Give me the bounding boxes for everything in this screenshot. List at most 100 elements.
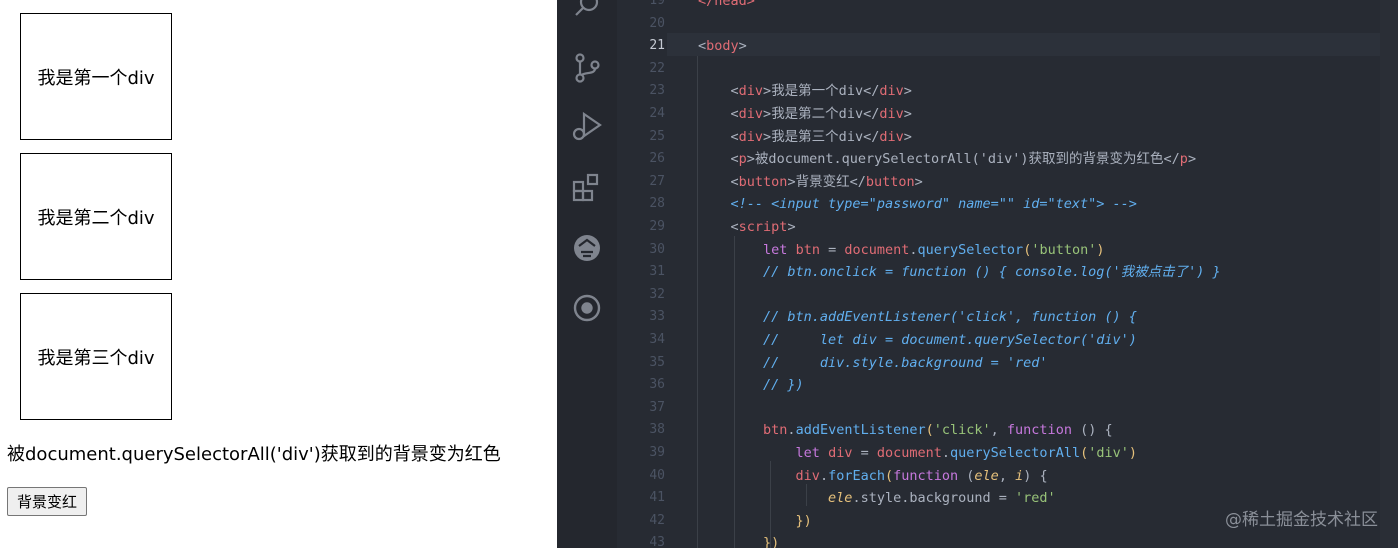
- code-token: >: [903, 106, 912, 122]
- code-line[interactable]: }): [698, 532, 779, 548]
- code-token: <!-- <input type="password" name="" id="…: [730, 196, 1137, 213]
- code-token: .: [909, 241, 918, 258]
- target-icon[interactable]: [569, 290, 605, 326]
- code-line[interactable]: <div>我是第三个div</div>: [698, 126, 912, 149]
- code-token: <: [730, 173, 739, 190]
- code-line[interactable]: <!-- <input type="password" name="" id="…: [698, 193, 1137, 216]
- code-token: >: [763, 83, 772, 100]
- code-token: .style.background =: [852, 490, 1015, 507]
- code-token: function: [893, 467, 959, 484]
- code-token: div: [879, 106, 904, 122]
- code-line[interactable]: // let div = document.querySelector('div…: [698, 329, 1137, 352]
- extensions-icon[interactable]: [569, 170, 605, 206]
- second-div-box: 我是第二个div: [20, 153, 172, 280]
- line-number: 39: [649, 445, 665, 460]
- code-token: div: [738, 106, 764, 122]
- code-line[interactable]: btn.addEventListener('click', function (…: [698, 419, 1113, 442]
- line-number: 31: [649, 264, 665, 280]
- code-line[interactable]: <div>我是第二个div</div>: [698, 103, 912, 126]
- code-token: .: [787, 422, 796, 439]
- code-line[interactable]: let div = document.querySelectorAll('div…: [698, 442, 1137, 465]
- code-line[interactable]: }): [698, 510, 812, 533]
- code-token: // btn.onclick = function () { console.l…: [763, 264, 1221, 281]
- code-editor: 19 20 21 22 23 24 25 26 27 28 29 30 31 32 33 34 35 36 37 38…: [557, 0, 1398, 548]
- code-line[interactable]: // btn.onclick = function () { console.l…: [698, 261, 1221, 284]
- remote-icon[interactable]: [569, 230, 605, 266]
- code-token: </: [1163, 151, 1180, 168]
- line-number: 27: [649, 173, 665, 189]
- code-line[interactable]: <div>我是第一个div</div>: [698, 80, 912, 103]
- code-token: // let div = document.querySelector('div…: [763, 332, 1137, 348]
- code-line[interactable]: </head>: [698, 0, 755, 13]
- code-token: // }): [763, 377, 804, 394]
- code-token: 我是第三个div: [771, 128, 864, 145]
- code-token: </: [863, 128, 880, 145]
- turn-red-button[interactable]: 背景变红: [7, 487, 88, 516]
- code-line[interactable]: <p>被document.querySelectorAll('div')获取到的…: [698, 148, 1197, 171]
- code-token: 'click': [933, 422, 991, 439]
- code-token: button: [738, 173, 788, 190]
- code-token: (: [884, 467, 894, 484]
- code-line[interactable]: // btn.addEventListener('click', functio…: [698, 306, 1137, 329]
- code-token: ele: [974, 467, 999, 484]
- code-token: div: [828, 445, 853, 461]
- code-token: querySelector: [917, 241, 1024, 258]
- code-token: 我是第一个div: [771, 83, 864, 100]
- code-token: function: [1006, 422, 1072, 439]
- code-token: document: [876, 445, 942, 461]
- code-token: >: [914, 173, 923, 190]
- code-token: <: [698, 38, 707, 55]
- code-line[interactable]: div.forEach(function (ele, i) {: [698, 465, 1048, 488]
- code-token: div: [738, 83, 764, 100]
- minimap[interactable]: [1380, 0, 1398, 548]
- code-line[interactable]: // div.style.background = 'red': [698, 352, 1047, 375]
- line-number: 22: [649, 60, 665, 76]
- code-line[interactable]: // }): [698, 374, 804, 397]
- run-debug-icon[interactable]: [569, 108, 605, 144]
- code-token: >: [763, 128, 772, 145]
- code-line[interactable]: let btn = document.querySelector('button…: [698, 239, 1105, 262]
- line-number: 30: [649, 241, 665, 257]
- line-number: 36: [649, 377, 665, 393]
- code-token: >: [738, 38, 747, 55]
- code-token: div: [879, 128, 904, 145]
- code-token: </: [849, 173, 866, 190]
- code-token: p: [738, 151, 747, 168]
- code-token: body: [706, 38, 739, 55]
- description-paragraph: 被document.querySelectorAll('div')获取到的背景变…: [7, 444, 501, 465]
- code-token: ) {: [1023, 467, 1048, 484]
- code-token: () {: [1071, 422, 1113, 439]
- code-token: </: [863, 106, 880, 122]
- source-control-icon[interactable]: [569, 50, 605, 86]
- code-token: 'div': [1088, 445, 1129, 461]
- code-token: >: [787, 173, 796, 190]
- line-number: 38: [649, 422, 665, 438]
- code-area[interactable]: </head> <body> <div>我是第一个div</div> <div>我…: [667, 0, 1398, 548]
- code-token: >: [787, 219, 796, 235]
- line-number: 40: [649, 467, 665, 483]
- code-token: ,: [990, 422, 1007, 439]
- code-token: div: [879, 83, 904, 100]
- line-number: 37: [649, 399, 665, 415]
- third-div-box: 我是第三个div: [20, 293, 172, 420]
- line-number: 42: [649, 512, 665, 528]
- code-line[interactable]: <button>背景变红</button>: [698, 171, 923, 194]
- code-token: <: [730, 128, 739, 145]
- code-token: ): [1096, 241, 1105, 258]
- code-token: 被document.querySelectorAll('div')获取到的背景变…: [754, 151, 1164, 168]
- code-token: // btn.addEventListener('click', functio…: [763, 309, 1137, 326]
- code-line[interactable]: <script>: [698, 216, 796, 239]
- code-token: div: [795, 467, 820, 484]
- search-icon[interactable]: [569, 0, 605, 24]
- code-line[interactable]: <body>: [698, 35, 747, 58]
- code-line[interactable]: ele.style.background = 'red': [698, 487, 1056, 510]
